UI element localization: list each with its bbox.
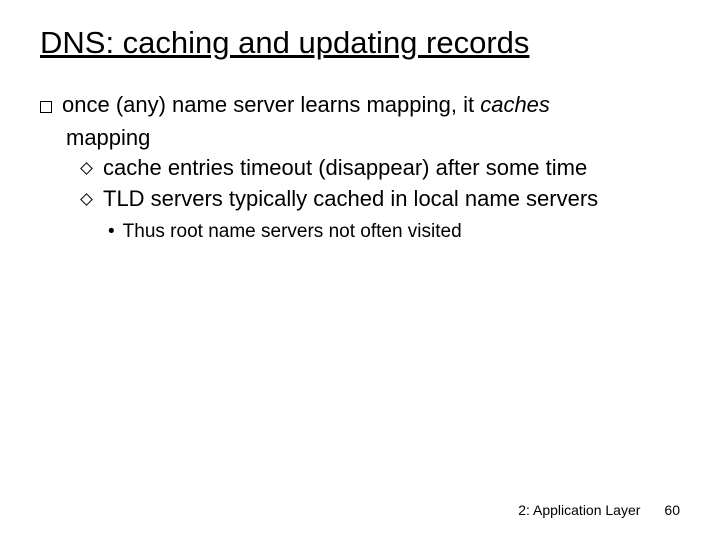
- slide: DNS: caching and updating records once (…: [0, 0, 720, 540]
- slide-title: DNS: caching and updating records: [40, 24, 680, 61]
- bullet-l2-b-text: TLD servers typically cached in local na…: [103, 185, 680, 214]
- bullet-l2-a: cache entries timeout (disappear) after …: [82, 154, 680, 183]
- diamond-bullet-icon: [80, 163, 93, 176]
- dot-bullet-icon: •: [108, 220, 115, 245]
- bullet-l1: once (any) name server learns mapping, i…: [40, 91, 680, 120]
- bullet-l3-a-text: Thus root name servers not often visited: [123, 220, 462, 245]
- footer-section: 2: Application Layer: [518, 502, 640, 518]
- bullet-l1-cont: mapping: [66, 124, 680, 153]
- bullet-l2-b: TLD servers typically cached in local na…: [82, 185, 680, 214]
- bullet-l2-a-text: cache entries timeout (disappear) after …: [103, 154, 680, 183]
- bullet-l1-text-caches: caches: [480, 92, 550, 117]
- slide-footer: 2: Application Layer 60: [518, 502, 680, 518]
- bullet-l1-text-a: once (any) name server learns mapping, i…: [62, 92, 480, 117]
- square-bullet-icon: [40, 101, 52, 113]
- diamond-bullet-icon: [80, 193, 93, 206]
- footer-page-number: 60: [664, 502, 680, 518]
- bullet-l3-a: • Thus root name servers not often visit…: [108, 220, 680, 245]
